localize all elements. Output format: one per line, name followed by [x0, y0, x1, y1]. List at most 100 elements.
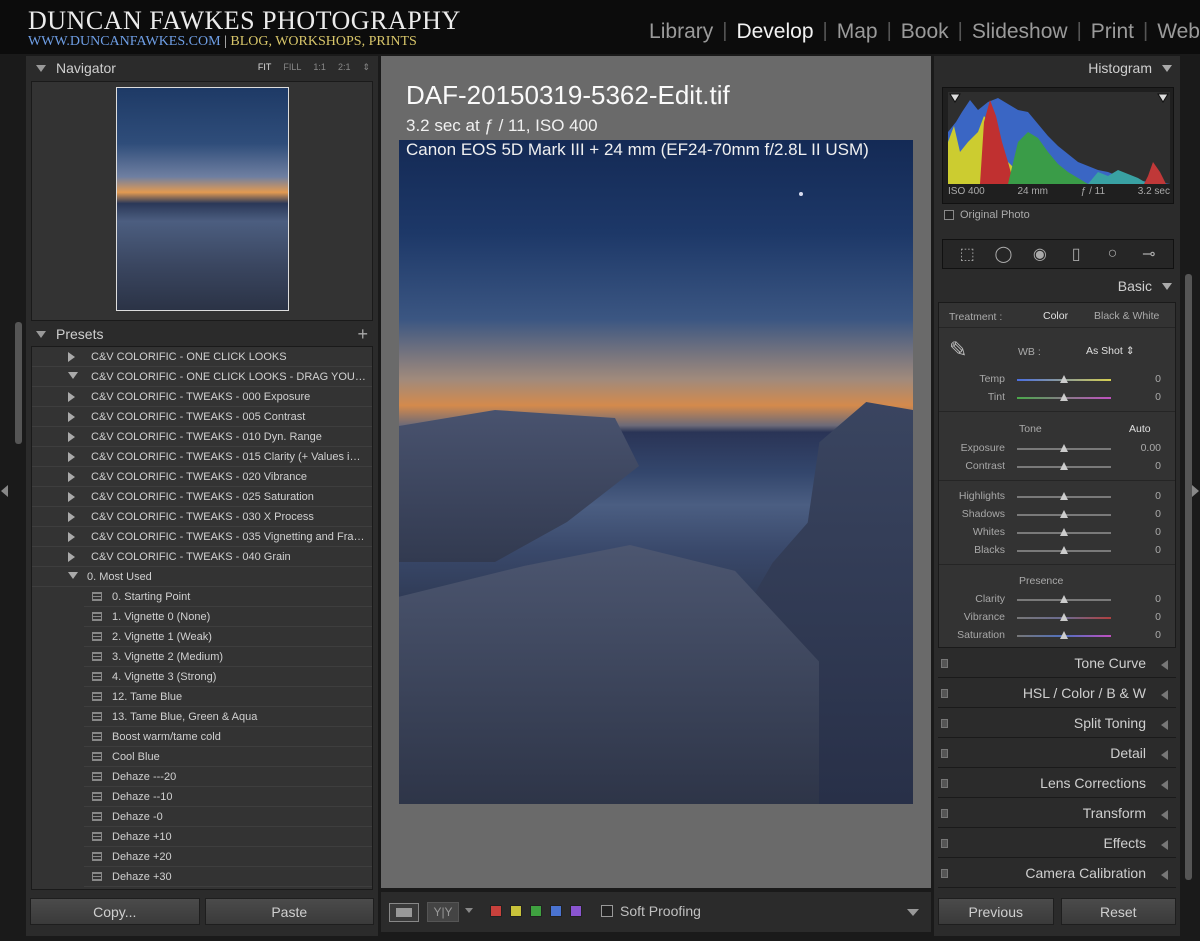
expand-triangle-icon[interactable]	[68, 392, 75, 402]
zoom-1-1[interactable]: 1:1	[313, 62, 326, 73]
tone-auto-button[interactable]: Auto	[1129, 423, 1151, 435]
soft-proofing-checkbox[interactable]	[601, 905, 613, 917]
treatment-color-option[interactable]: Color	[1043, 310, 1068, 322]
preset-item[interactable]: 1. Vignette 0 (None)	[84, 607, 372, 627]
shadows-value[interactable]: 0	[1155, 508, 1161, 520]
slider-knob[interactable]	[1060, 631, 1068, 639]
slider-knob[interactable]	[1060, 444, 1068, 452]
loupe-view-button[interactable]	[389, 903, 419, 922]
original-photo-toggle[interactable]: Original Photo	[944, 209, 1030, 221]
section-camera-calibration[interactable]: Camera Calibration	[938, 860, 1176, 888]
section-split-toning[interactable]: Split Toning	[938, 710, 1176, 738]
collapse-triangle-icon[interactable]	[1162, 65, 1172, 72]
red-eye-icon[interactable]: ◉	[1029, 244, 1051, 264]
clarity-slider[interactable]	[1017, 595, 1111, 603]
color-label-yellow[interactable]	[510, 905, 522, 917]
presets-header[interactable]: Presets +	[26, 322, 378, 346]
whites-slider[interactable]	[1017, 528, 1111, 536]
navigator-thumbnail[interactable]	[116, 87, 289, 311]
color-label-blue[interactable]	[550, 905, 562, 917]
preset-folder[interactable]: C&V COLORIFIC - ONE CLICK LOOKS - DRAG Y…	[32, 367, 372, 387]
radial-filter-icon[interactable]: ○	[1101, 244, 1123, 264]
slider-knob[interactable]	[1060, 462, 1068, 470]
slider-knob[interactable]	[1060, 393, 1068, 401]
preset-folder[interactable]: C&V COLORIFIC - TWEAKS - 000 Exposure	[32, 387, 372, 407]
preset-item[interactable]: Boost warm/tame cold	[84, 727, 372, 747]
preset-item[interactable]: Dehaze +20	[84, 847, 372, 867]
expand-triangle-icon[interactable]	[68, 472, 75, 482]
exposure-slider[interactable]	[1017, 444, 1111, 452]
navigator-preview[interactable]	[31, 81, 373, 321]
preset-item[interactable]: Cool Blue	[84, 747, 372, 767]
expand-triangle-icon[interactable]	[1161, 810, 1168, 820]
expand-triangle-icon[interactable]	[68, 352, 75, 362]
slider-knob[interactable]	[1060, 546, 1068, 554]
preset-folder[interactable]: C&V COLORIFIC - TWEAKS - 035 Vignetting …	[32, 527, 372, 547]
left-panel-toggle-icon[interactable]	[1, 485, 8, 497]
color-label-green[interactable]	[530, 905, 542, 917]
preset-item[interactable]: Dehaze +30	[84, 867, 372, 887]
section-tone-curve[interactable]: Tone Curve	[938, 650, 1176, 678]
preset-item[interactable]: Dehaze ---20	[84, 767, 372, 787]
expand-triangle-icon[interactable]	[1161, 690, 1168, 700]
zoom-fill[interactable]: FILL	[283, 62, 301, 73]
section-switch-icon[interactable]	[941, 659, 948, 668]
module-develop[interactable]: Develop	[727, 20, 822, 44]
highlights-value[interactable]: 0	[1155, 490, 1161, 502]
preset-item[interactable]: 0. Starting Point	[84, 587, 372, 607]
wb-select[interactable]: As Shot ⇕	[1086, 345, 1135, 357]
previous-button[interactable]: Previous	[938, 898, 1054, 925]
preset-item[interactable]: Dehaze --10	[84, 787, 372, 807]
slider-knob[interactable]	[1060, 492, 1068, 500]
crop-icon[interactable]: ⬚	[956, 244, 978, 264]
saturation-value[interactable]: 0	[1155, 629, 1161, 641]
before-after-button[interactable]: Y|Y	[427, 902, 459, 922]
slider-knob[interactable]	[1060, 510, 1068, 518]
preset-item[interactable]: 12. Tame Blue	[84, 687, 372, 707]
basic-header[interactable]: Basic	[934, 274, 1180, 298]
toolbar-menu-icon[interactable]	[907, 909, 919, 916]
module-map[interactable]: Map	[828, 20, 887, 44]
contrast-slider[interactable]	[1017, 462, 1111, 470]
histogram[interactable]: ISO 400 24 mm ƒ / 11 3.2 sec	[942, 87, 1174, 204]
preset-item[interactable]: 13. Tame Blue, Green & Aqua	[84, 707, 372, 727]
expand-triangle-icon[interactable]	[1161, 720, 1168, 730]
paste-button[interactable]: Paste	[204, 898, 374, 925]
slider-knob[interactable]	[1060, 613, 1068, 621]
navigator-header[interactable]: Navigator FIT FILL 1:1 2:1 ⇕	[26, 56, 378, 80]
section-detail[interactable]: Detail	[938, 740, 1176, 768]
exposure-value[interactable]: 0.00	[1141, 442, 1161, 454]
zoom-2-1[interactable]: 2:1	[338, 62, 351, 73]
color-label-purple[interactable]	[570, 905, 582, 917]
collapse-triangle-icon[interactable]	[68, 572, 78, 579]
section-switch-icon[interactable]	[941, 869, 948, 878]
expand-triangle-icon[interactable]	[68, 512, 75, 522]
section-switch-icon[interactable]	[941, 809, 948, 818]
zoom-fit[interactable]: FIT	[258, 62, 272, 73]
tint-value[interactable]: 0	[1155, 391, 1161, 403]
left-panel-scrollbar[interactable]	[15, 322, 22, 444]
slider-knob[interactable]	[1060, 375, 1068, 383]
preset-folder[interactable]: C&V COLORIFIC - TWEAKS - 010 Dyn. Range	[32, 427, 372, 447]
spot-removal-icon[interactable]: ◯	[992, 244, 1014, 264]
section-switch-icon[interactable]	[941, 839, 948, 848]
preset-item[interactable]: Dehaze -0	[84, 807, 372, 827]
expand-triangle-icon[interactable]	[1161, 750, 1168, 760]
expand-triangle-icon[interactable]	[68, 552, 75, 562]
color-label-red[interactable]	[490, 905, 502, 917]
section-switch-icon[interactable]	[941, 689, 948, 698]
module-print[interactable]: Print	[1082, 20, 1143, 44]
expand-triangle-icon[interactable]	[68, 532, 75, 542]
main-photo[interactable]	[399, 140, 913, 804]
expand-triangle-icon[interactable]	[68, 492, 75, 502]
collapse-triangle-icon[interactable]	[1162, 283, 1172, 290]
tint-slider[interactable]	[1017, 393, 1111, 401]
preset-item[interactable]: 3. Vignette 2 (Medium)	[84, 647, 372, 667]
saturation-slider[interactable]	[1017, 631, 1111, 639]
collapse-triangle-icon[interactable]	[68, 372, 78, 379]
vibrance-value[interactable]: 0	[1155, 611, 1161, 623]
module-slideshow[interactable]: Slideshow	[963, 20, 1077, 44]
section-lens-corrections[interactable]: Lens Corrections	[938, 770, 1176, 798]
preset-item[interactable]: 4. Vignette 3 (Strong)	[84, 667, 372, 687]
section-hsl[interactable]: HSL / Color / B & W	[938, 680, 1176, 708]
